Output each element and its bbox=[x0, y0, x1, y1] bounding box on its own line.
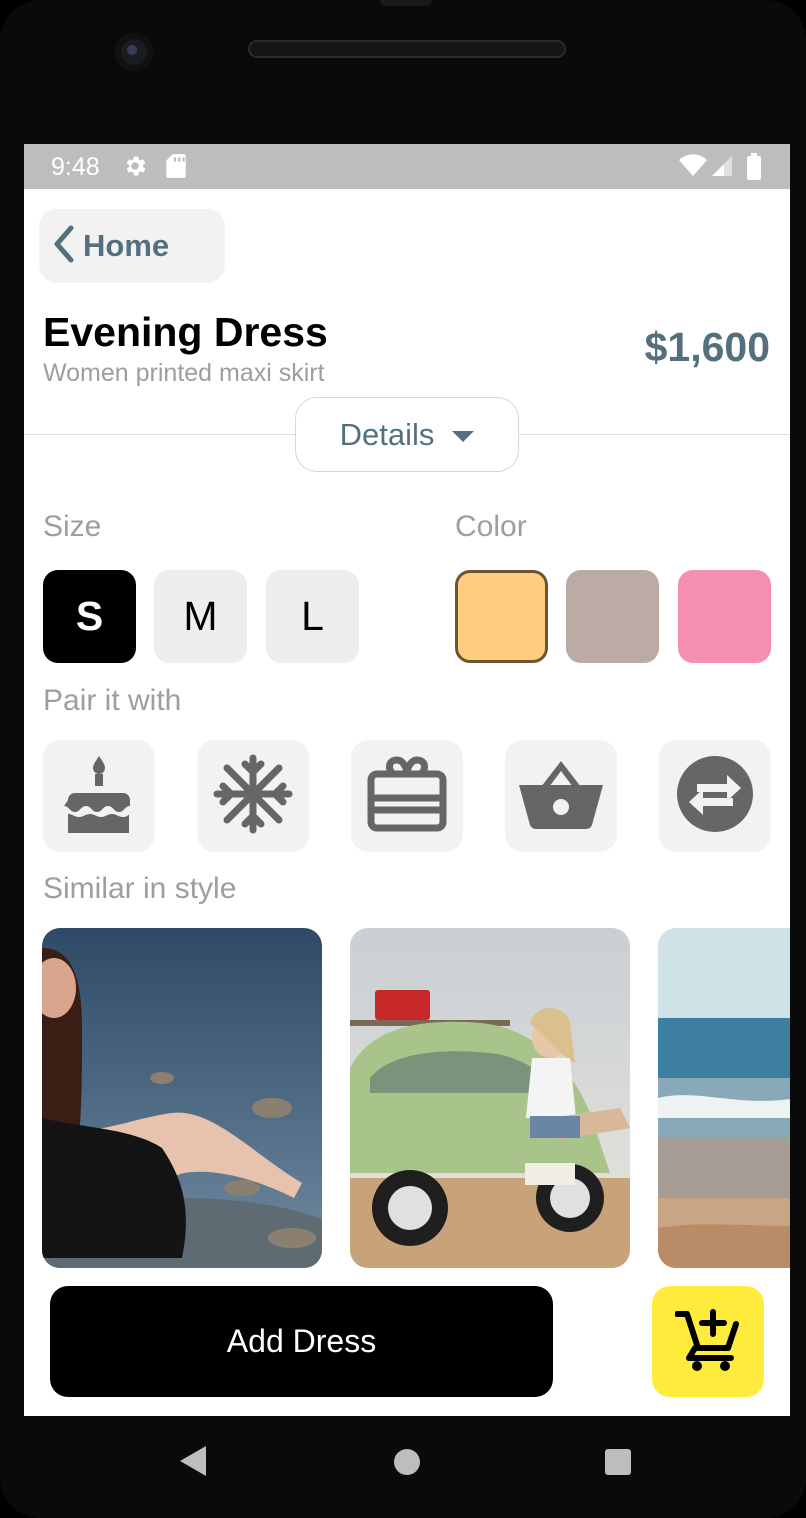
pair-basket-button[interactable] bbox=[505, 740, 617, 852]
photo-beach-waves[interactable] bbox=[658, 928, 790, 1268]
earpiece-speaker bbox=[248, 40, 566, 58]
product-subtitle: Women printed maxi skirt bbox=[43, 359, 325, 387]
system-nav-bar bbox=[0, 1416, 806, 1518]
nav-home-icon[interactable] bbox=[393, 1448, 421, 1481]
similar-label: Similar in style bbox=[43, 872, 237, 905]
size-option-m[interactable]: M bbox=[154, 570, 247, 663]
wifi-icon bbox=[678, 153, 708, 184]
pair-swap-button[interactable] bbox=[659, 740, 771, 852]
back-home-button[interactable]: Home bbox=[39, 209, 225, 283]
photo-woman-green-beetle-car[interactable] bbox=[350, 928, 630, 1268]
add-dress-button[interactable]: Add Dress bbox=[50, 1286, 553, 1397]
gift-card-icon bbox=[367, 756, 447, 837]
basket-icon bbox=[517, 757, 605, 836]
photo-woman-seaside-rocks[interactable] bbox=[42, 928, 322, 1268]
pair-gift-card-button[interactable] bbox=[351, 740, 463, 852]
status-bar: 9:48 bbox=[24, 144, 790, 189]
device-notch bbox=[380, 0, 432, 6]
cell-signal-icon bbox=[710, 153, 734, 184]
nav-back-icon[interactable] bbox=[178, 1444, 208, 1483]
caret-down-icon bbox=[452, 430, 475, 442]
color-swatch-taupe[interactable] bbox=[566, 570, 659, 663]
product-title: Evening Dress bbox=[43, 309, 328, 355]
add-cart-icon bbox=[674, 1306, 741, 1377]
back-home-label: Home bbox=[83, 228, 170, 263]
pair-cake-button[interactable] bbox=[43, 740, 155, 852]
details-dropdown-button[interactable]: Details bbox=[295, 397, 519, 472]
size-option-s[interactable]: S bbox=[43, 570, 136, 663]
sd-card-icon bbox=[165, 153, 187, 184]
color-label: Color bbox=[455, 510, 527, 543]
color-swatch-pink[interactable] bbox=[678, 570, 771, 663]
size-label: Size bbox=[43, 510, 102, 543]
snowflake-icon bbox=[213, 754, 293, 839]
pair-label: Pair it with bbox=[43, 684, 182, 717]
settings-gear-icon bbox=[122, 153, 148, 184]
color-swatch-peach[interactable] bbox=[455, 570, 548, 663]
size-option-l[interactable]: L bbox=[266, 570, 359, 663]
pair-snowflake-button[interactable] bbox=[197, 740, 309, 852]
add-to-cart-button[interactable] bbox=[652, 1286, 764, 1397]
details-label: Details bbox=[339, 416, 435, 452]
product-price: $1,600 bbox=[644, 324, 770, 370]
status-time: 9:48 bbox=[51, 153, 100, 181]
app-screen: 9:48 Home Evening Dress Women printed ma… bbox=[24, 144, 790, 1416]
nav-recents-icon[interactable] bbox=[604, 1448, 632, 1481]
cake-icon bbox=[62, 754, 136, 839]
swap-icon bbox=[675, 754, 755, 839]
chevron-left-icon bbox=[49, 224, 79, 269]
battery-icon bbox=[746, 153, 762, 186]
device-frame: 9:48 Home Evening Dress Women printed ma… bbox=[0, 0, 806, 1518]
front-camera bbox=[115, 33, 153, 71]
